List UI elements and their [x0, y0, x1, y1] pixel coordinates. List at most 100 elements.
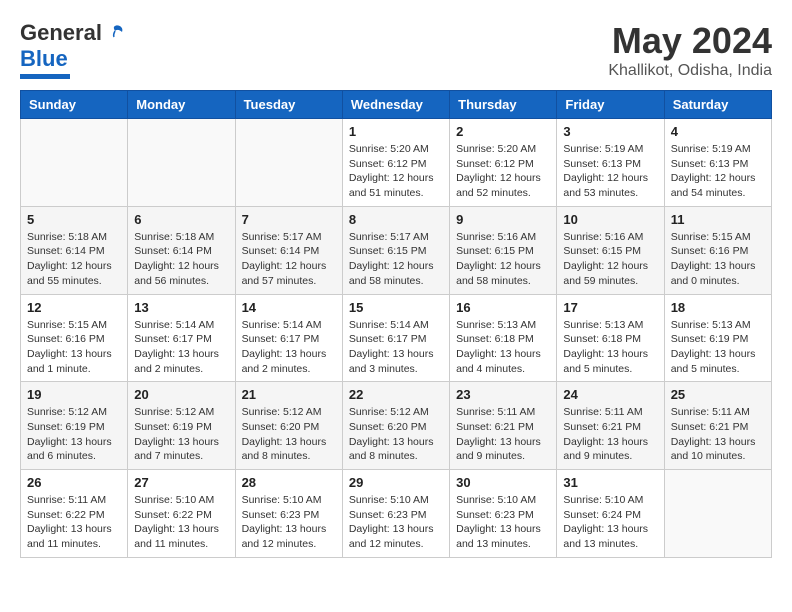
day-info: Sunrise: 5:18 AMSunset: 6:14 PMDaylight:… — [134, 231, 219, 287]
day-number: 25 — [671, 387, 765, 402]
day-number: 24 — [563, 387, 657, 402]
page-header: General Blue May 2024 Khallikot, Odisha,… — [20, 20, 772, 80]
weekday-header-thursday: Thursday — [450, 91, 557, 119]
calendar-cell: 28 Sunrise: 5:10 AMSunset: 6:23 PMDaylig… — [235, 470, 342, 558]
day-info: Sunrise: 5:15 AMSunset: 6:16 PMDaylight:… — [27, 319, 112, 375]
day-number: 5 — [27, 212, 121, 227]
calendar-cell: 10 Sunrise: 5:16 AMSunset: 6:15 PMDaylig… — [557, 206, 664, 294]
calendar-cell: 23 Sunrise: 5:11 AMSunset: 6:21 PMDaylig… — [450, 382, 557, 470]
day-number: 7 — [242, 212, 336, 227]
day-info: Sunrise: 5:14 AMSunset: 6:17 PMDaylight:… — [349, 319, 434, 375]
calendar-cell: 11 Sunrise: 5:15 AMSunset: 6:16 PMDaylig… — [664, 206, 771, 294]
calendar-cell: 22 Sunrise: 5:12 AMSunset: 6:20 PMDaylig… — [342, 382, 449, 470]
day-number: 2 — [456, 124, 550, 139]
day-number: 10 — [563, 212, 657, 227]
location-title: Khallikot, Odisha, India — [608, 62, 772, 80]
calendar-week-row: 26 Sunrise: 5:11 AMSunset: 6:22 PMDaylig… — [21, 470, 772, 558]
calendar-cell: 7 Sunrise: 5:17 AMSunset: 6:14 PMDayligh… — [235, 206, 342, 294]
day-info: Sunrise: 5:11 AMSunset: 6:21 PMDaylight:… — [456, 406, 541, 462]
day-info: Sunrise: 5:16 AMSunset: 6:15 PMDaylight:… — [563, 231, 648, 287]
day-number: 12 — [27, 300, 121, 315]
day-info: Sunrise: 5:11 AMSunset: 6:22 PMDaylight:… — [27, 494, 112, 550]
calendar-cell: 17 Sunrise: 5:13 AMSunset: 6:18 PMDaylig… — [557, 294, 664, 382]
day-number: 22 — [349, 387, 443, 402]
day-info: Sunrise: 5:13 AMSunset: 6:19 PMDaylight:… — [671, 319, 756, 375]
calendar-cell: 18 Sunrise: 5:13 AMSunset: 6:19 PMDaylig… — [664, 294, 771, 382]
day-number: 23 — [456, 387, 550, 402]
day-number: 27 — [134, 475, 228, 490]
day-info: Sunrise: 5:13 AMSunset: 6:18 PMDaylight:… — [456, 319, 541, 375]
calendar-cell: 31 Sunrise: 5:10 AMSunset: 6:24 PMDaylig… — [557, 470, 664, 558]
calendar-week-row: 1 Sunrise: 5:20 AMSunset: 6:12 PMDayligh… — [21, 119, 772, 207]
day-number: 21 — [242, 387, 336, 402]
logo-underline — [20, 74, 70, 79]
day-info: Sunrise: 5:18 AMSunset: 6:14 PMDaylight:… — [27, 231, 112, 287]
day-info: Sunrise: 5:14 AMSunset: 6:17 PMDaylight:… — [134, 319, 219, 375]
calendar-cell: 3 Sunrise: 5:19 AMSunset: 6:13 PMDayligh… — [557, 119, 664, 207]
day-number: 28 — [242, 475, 336, 490]
logo-bird-icon — [104, 22, 126, 44]
logo-blue-text: Blue — [20, 46, 68, 72]
calendar-cell — [128, 119, 235, 207]
day-number: 17 — [563, 300, 657, 315]
day-info: Sunrise: 5:11 AMSunset: 6:21 PMDaylight:… — [671, 406, 756, 462]
day-number: 30 — [456, 475, 550, 490]
day-info: Sunrise: 5:14 AMSunset: 6:17 PMDaylight:… — [242, 319, 327, 375]
calendar-week-row: 12 Sunrise: 5:15 AMSunset: 6:16 PMDaylig… — [21, 294, 772, 382]
weekday-header-friday: Friday — [557, 91, 664, 119]
day-info: Sunrise: 5:19 AMSunset: 6:13 PMDaylight:… — [671, 143, 756, 199]
day-info: Sunrise: 5:12 AMSunset: 6:20 PMDaylight:… — [349, 406, 434, 462]
calendar-week-row: 5 Sunrise: 5:18 AMSunset: 6:14 PMDayligh… — [21, 206, 772, 294]
day-info: Sunrise: 5:16 AMSunset: 6:15 PMDaylight:… — [456, 231, 541, 287]
day-number: 8 — [349, 212, 443, 227]
day-number: 29 — [349, 475, 443, 490]
day-number: 13 — [134, 300, 228, 315]
calendar-cell: 27 Sunrise: 5:10 AMSunset: 6:22 PMDaylig… — [128, 470, 235, 558]
calendar-cell: 30 Sunrise: 5:10 AMSunset: 6:23 PMDaylig… — [450, 470, 557, 558]
weekday-header-row: SundayMondayTuesdayWednesdayThursdayFrid… — [21, 91, 772, 119]
logo: General Blue — [20, 20, 126, 79]
day-info: Sunrise: 5:19 AMSunset: 6:13 PMDaylight:… — [563, 143, 648, 199]
calendar-cell: 4 Sunrise: 5:19 AMSunset: 6:13 PMDayligh… — [664, 119, 771, 207]
calendar-cell: 12 Sunrise: 5:15 AMSunset: 6:16 PMDaylig… — [21, 294, 128, 382]
calendar-cell: 19 Sunrise: 5:12 AMSunset: 6:19 PMDaylig… — [21, 382, 128, 470]
day-number: 19 — [27, 387, 121, 402]
day-info: Sunrise: 5:10 AMSunset: 6:24 PMDaylight:… — [563, 494, 648, 550]
calendar-table: SundayMondayTuesdayWednesdayThursdayFrid… — [20, 90, 772, 558]
day-number: 26 — [27, 475, 121, 490]
weekday-header-monday: Monday — [128, 91, 235, 119]
day-number: 1 — [349, 124, 443, 139]
day-info: Sunrise: 5:17 AMSunset: 6:15 PMDaylight:… — [349, 231, 434, 287]
calendar-cell: 8 Sunrise: 5:17 AMSunset: 6:15 PMDayligh… — [342, 206, 449, 294]
weekday-header-sunday: Sunday — [21, 91, 128, 119]
logo-general-text: General — [20, 20, 102, 46]
calendar-cell: 6 Sunrise: 5:18 AMSunset: 6:14 PMDayligh… — [128, 206, 235, 294]
day-number: 4 — [671, 124, 765, 139]
day-info: Sunrise: 5:10 AMSunset: 6:23 PMDaylight:… — [242, 494, 327, 550]
calendar-cell — [235, 119, 342, 207]
calendar-cell: 14 Sunrise: 5:14 AMSunset: 6:17 PMDaylig… — [235, 294, 342, 382]
calendar-cell: 21 Sunrise: 5:12 AMSunset: 6:20 PMDaylig… — [235, 382, 342, 470]
title-area: May 2024 Khallikot, Odisha, India — [608, 20, 772, 80]
day-number: 6 — [134, 212, 228, 227]
day-info: Sunrise: 5:12 AMSunset: 6:19 PMDaylight:… — [134, 406, 219, 462]
day-info: Sunrise: 5:10 AMSunset: 6:22 PMDaylight:… — [134, 494, 219, 550]
weekday-header-tuesday: Tuesday — [235, 91, 342, 119]
calendar-cell: 5 Sunrise: 5:18 AMSunset: 6:14 PMDayligh… — [21, 206, 128, 294]
calendar-cell: 9 Sunrise: 5:16 AMSunset: 6:15 PMDayligh… — [450, 206, 557, 294]
day-info: Sunrise: 5:10 AMSunset: 6:23 PMDaylight:… — [349, 494, 434, 550]
day-number: 16 — [456, 300, 550, 315]
day-info: Sunrise: 5:13 AMSunset: 6:18 PMDaylight:… — [563, 319, 648, 375]
day-number: 18 — [671, 300, 765, 315]
calendar-cell: 26 Sunrise: 5:11 AMSunset: 6:22 PMDaylig… — [21, 470, 128, 558]
day-info: Sunrise: 5:20 AMSunset: 6:12 PMDaylight:… — [349, 143, 434, 199]
day-info: Sunrise: 5:15 AMSunset: 6:16 PMDaylight:… — [671, 231, 756, 287]
day-info: Sunrise: 5:11 AMSunset: 6:21 PMDaylight:… — [563, 406, 648, 462]
calendar-week-row: 19 Sunrise: 5:12 AMSunset: 6:19 PMDaylig… — [21, 382, 772, 470]
calendar-cell: 16 Sunrise: 5:13 AMSunset: 6:18 PMDaylig… — [450, 294, 557, 382]
day-number: 9 — [456, 212, 550, 227]
weekday-header-saturday: Saturday — [664, 91, 771, 119]
calendar-cell: 25 Sunrise: 5:11 AMSunset: 6:21 PMDaylig… — [664, 382, 771, 470]
day-info: Sunrise: 5:12 AMSunset: 6:20 PMDaylight:… — [242, 406, 327, 462]
day-number: 31 — [563, 475, 657, 490]
